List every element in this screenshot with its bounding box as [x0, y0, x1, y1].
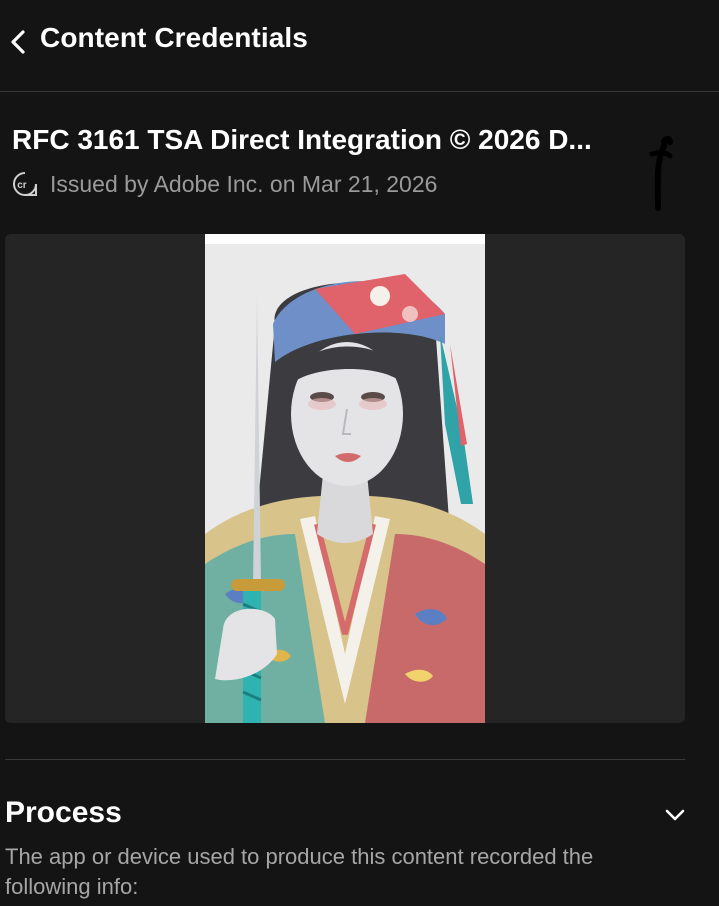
content-preview[interactable] — [5, 234, 685, 723]
scribble-mark — [649, 136, 673, 211]
issuer-row: cr Issued by Adobe Inc. on Mar 21, 2026 — [12, 170, 437, 198]
cr-badge-icon: cr — [13, 172, 37, 196]
credential-title: RFC 3161 TSA Direct Integration © 2026 D… — [12, 124, 592, 155]
chevron-down-icon — [665, 809, 685, 821]
back-button[interactable] — [4, 26, 32, 58]
process-heading: Process — [5, 796, 122, 829]
svg-text:cr: cr — [17, 180, 27, 191]
chevron-left-icon — [11, 30, 25, 54]
section-divider — [5, 759, 685, 760]
content-thumbnail — [205, 234, 485, 723]
top-bar: Content Credentials — [0, 0, 719, 92]
page-title: Content Credentials — [40, 22, 308, 53]
issuer-text: Issued by Adobe Inc. on Mar 21, 2026 — [50, 170, 438, 197]
process-description: The app or device used to produce this c… — [5, 844, 594, 899]
process-toggle-button[interactable] — [660, 800, 690, 830]
